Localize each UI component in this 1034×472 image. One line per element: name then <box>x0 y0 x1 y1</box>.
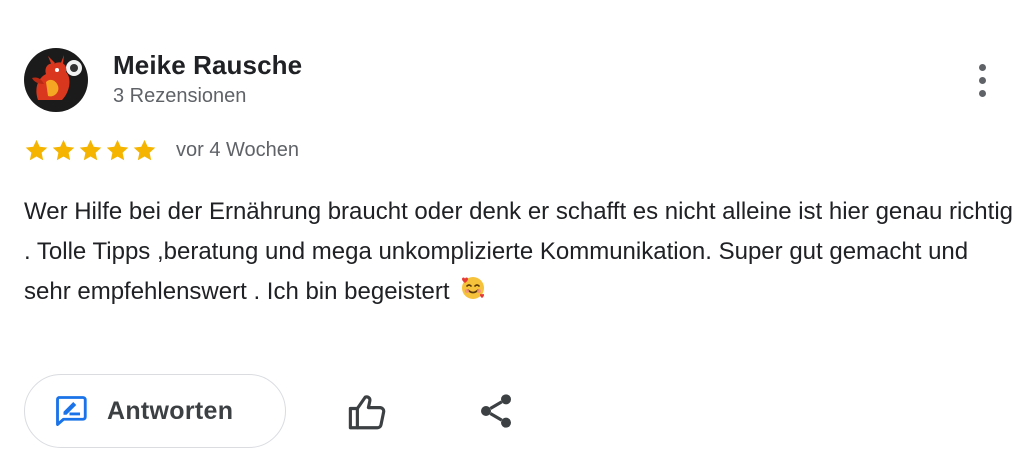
share-icon <box>481 394 511 428</box>
more-vertical-icon <box>978 63 986 71</box>
share-button[interactable] <box>476 391 516 431</box>
more-vertical-icon-dot <box>978 89 986 97</box>
reviewer-name[interactable]: Meike Rausche <box>113 50 302 81</box>
smiling-face-with-hearts-icon <box>462 277 485 299</box>
more-vertical-icon-dot <box>978 76 986 84</box>
star-icon <box>52 139 75 161</box>
more-options-button[interactable] <box>966 60 998 100</box>
thumb-up-icon <box>348 395 386 430</box>
reply-label: Antworten <box>107 396 234 425</box>
edit-reply-icon <box>56 396 87 426</box>
review-date: vor 4 Wochen <box>176 139 300 161</box>
avatar[interactable] <box>24 48 88 112</box>
star-icon <box>79 139 102 161</box>
star-icon <box>106 139 129 161</box>
dragon-avatar-icon <box>24 48 88 112</box>
star-rating <box>24 138 157 163</box>
review-count[interactable]: 3 Rezensionen <box>113 85 246 108</box>
like-button[interactable] <box>346 391 388 433</box>
star-icon <box>25 139 48 161</box>
review-body: Wer Hilfe bei der Ernährung braucht oder… <box>24 198 1013 305</box>
star-icon <box>133 139 156 161</box>
review-text: Wer Hilfe bei der Ernährung braucht oder… <box>24 192 1014 312</box>
reply-button[interactable]: Antworten <box>24 374 286 448</box>
